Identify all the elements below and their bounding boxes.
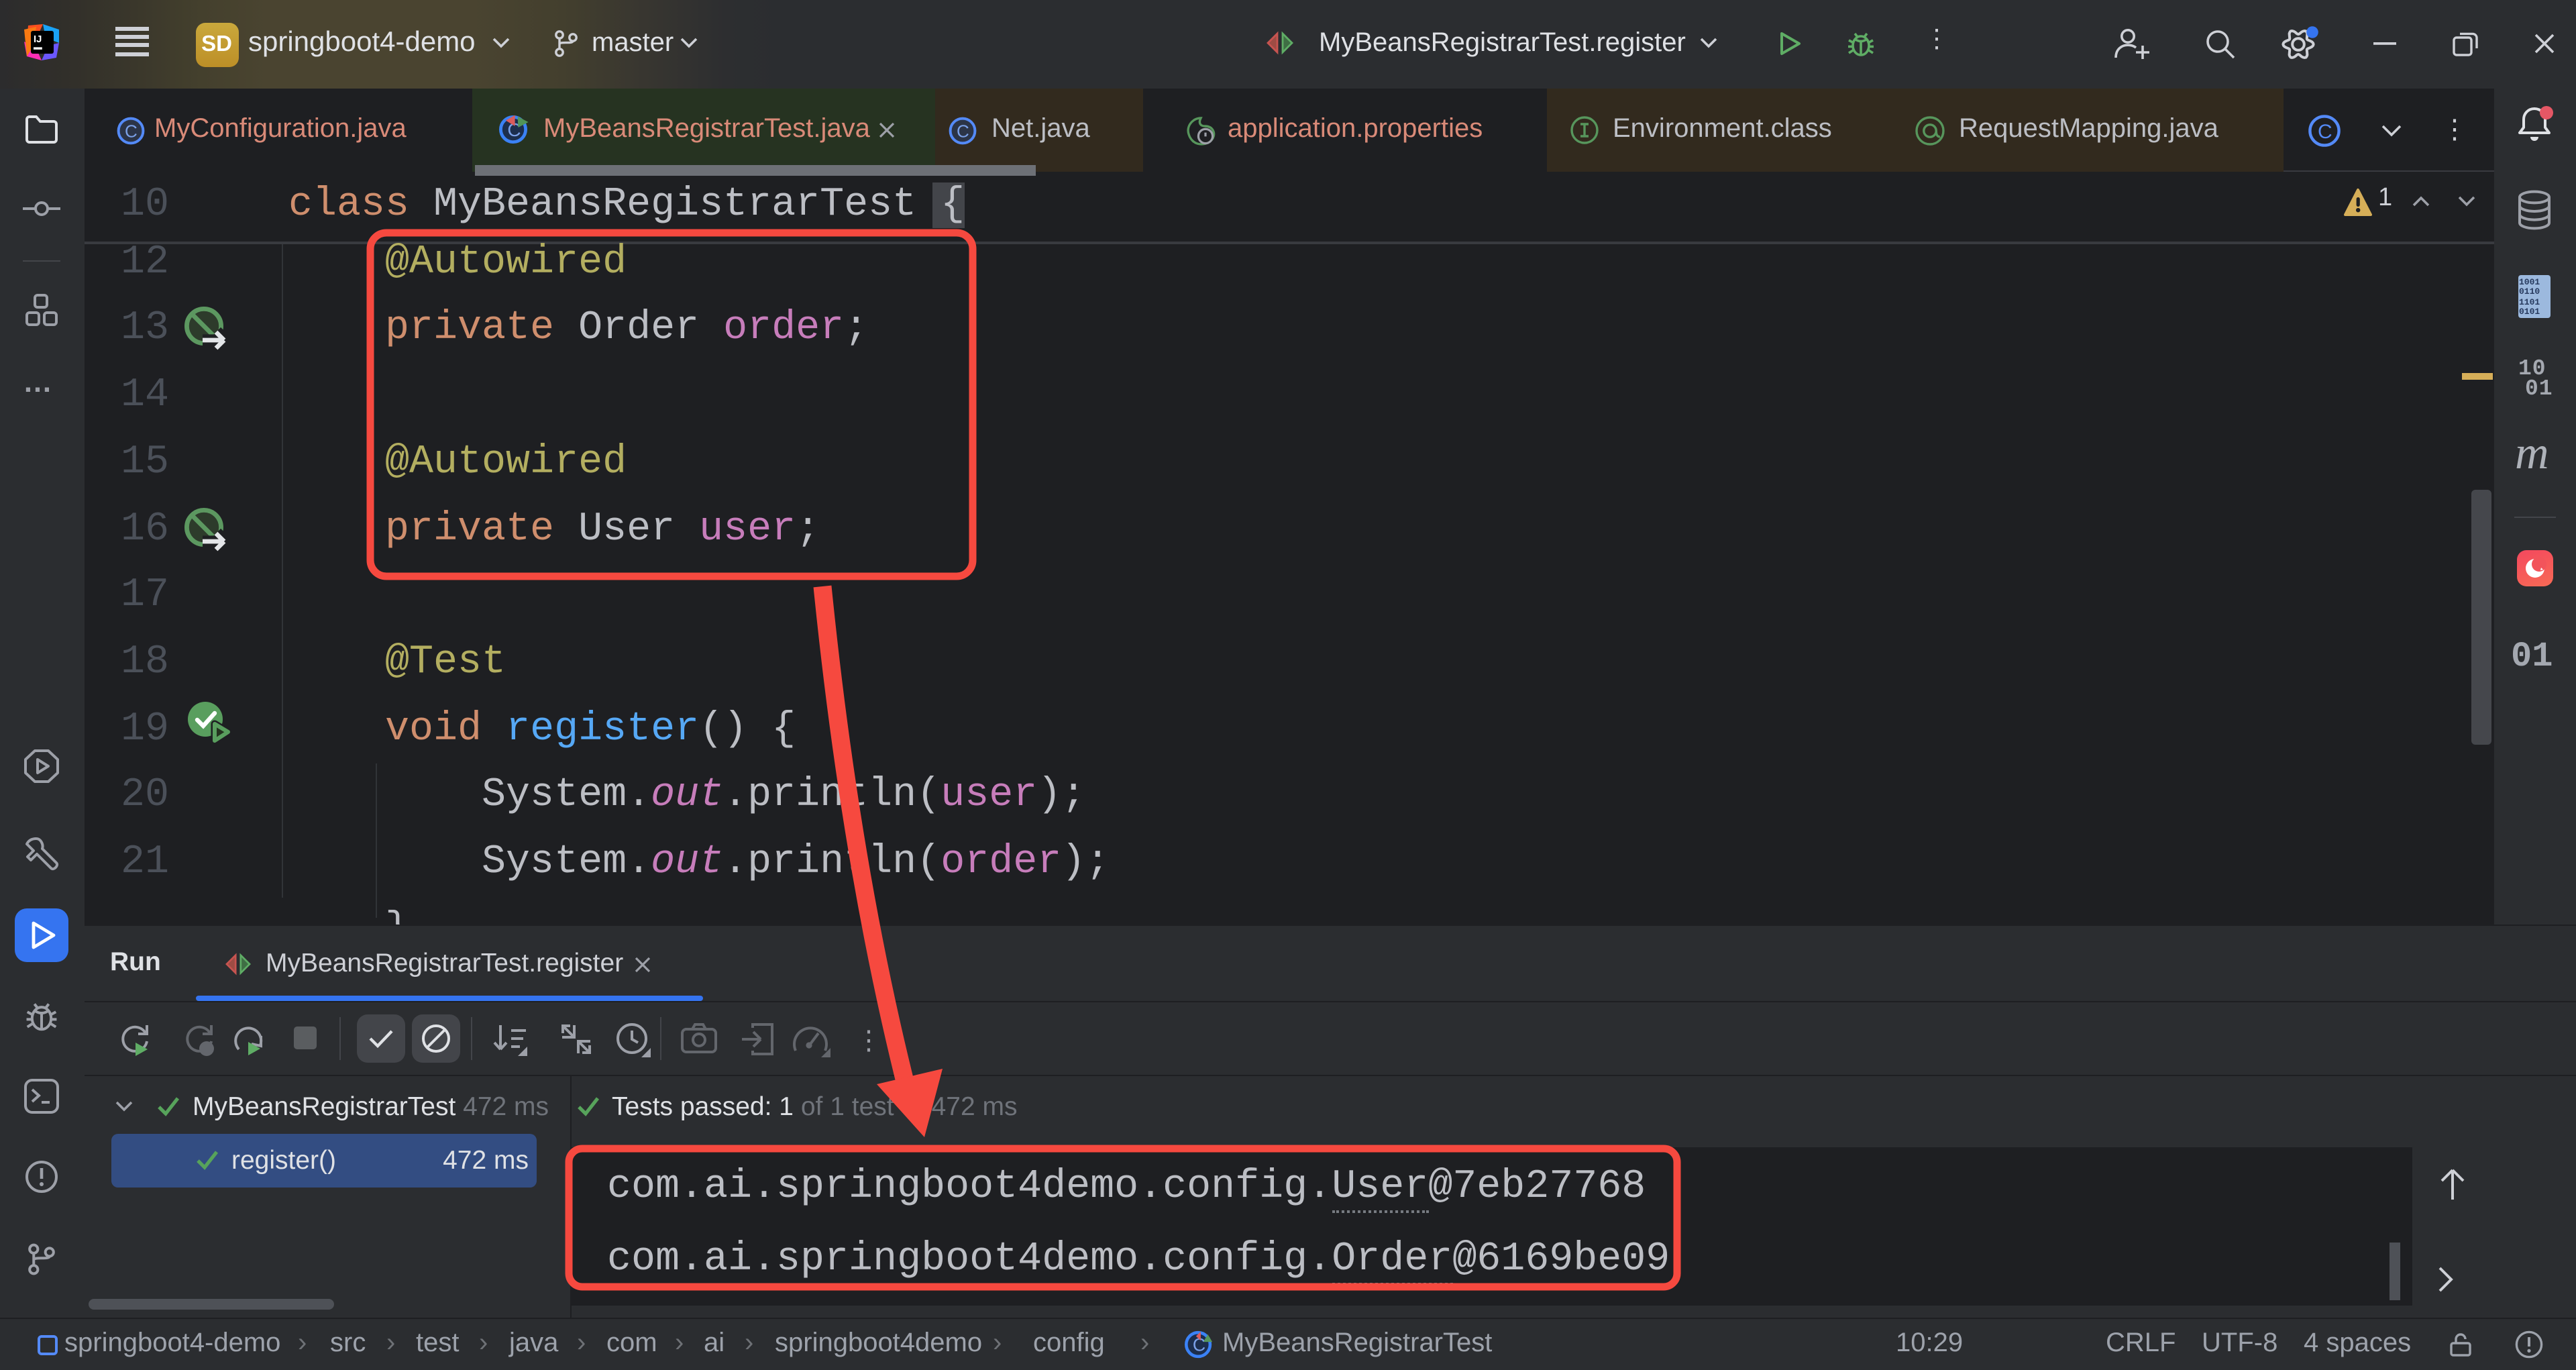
svg-text:C: C — [957, 121, 969, 141]
svg-text:C: C — [124, 121, 137, 141]
svg-text:C: C — [2317, 120, 2332, 142]
svg-text:IJ: IJ — [34, 34, 42, 45]
